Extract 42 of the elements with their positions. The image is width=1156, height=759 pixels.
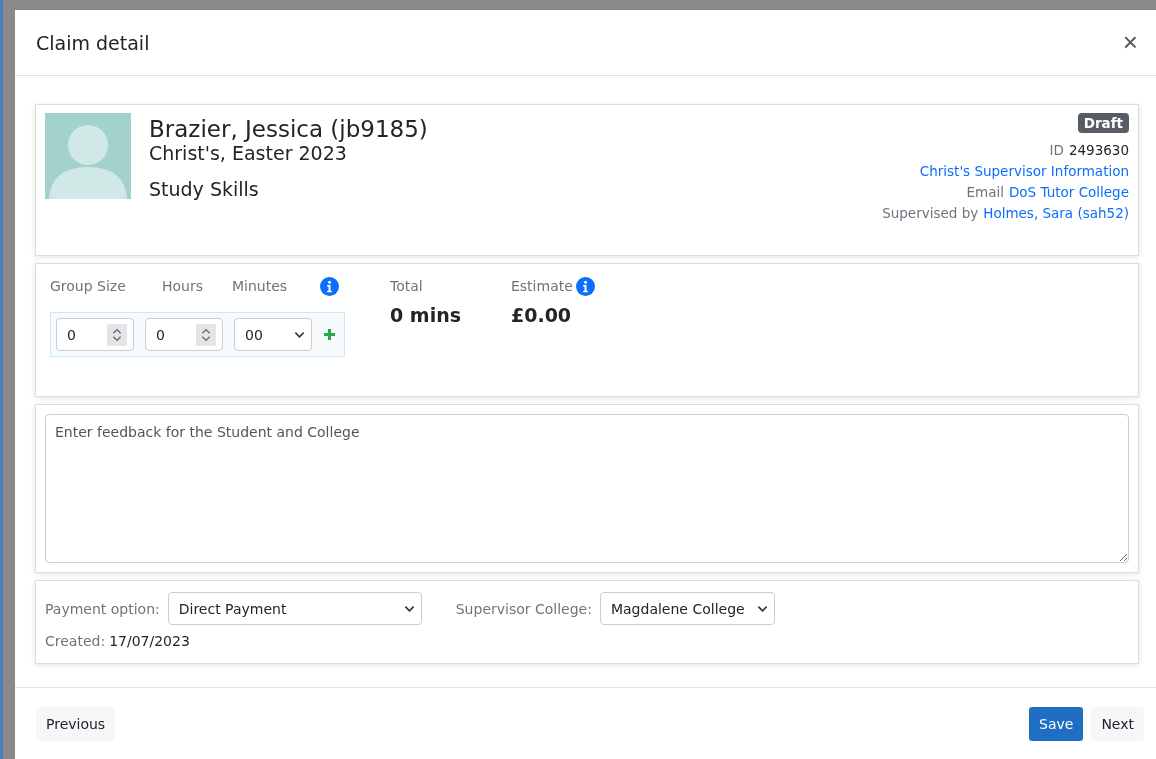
chevron-icon (403, 604, 415, 613)
supervised-label: Supervised by (882, 205, 979, 221)
total-value: 0 mins (390, 304, 461, 326)
info-icon[interactable] (320, 276, 339, 296)
supervisor-link[interactable]: Holmes, Sara (sah52) (983, 205, 1129, 221)
add-icon[interactable] (323, 328, 336, 341)
status-badge: Draft (1077, 113, 1129, 133)
hours-field[interactable]: 0 (145, 318, 223, 351)
supervisor-college-label: Supervisor College: (455, 600, 592, 617)
minutes-select[interactable]: 00 (234, 318, 312, 351)
id-label: ID (1049, 142, 1064, 158)
spinner-icon[interactable] (196, 323, 216, 346)
chevron-icon (756, 604, 768, 613)
previous-button[interactable]: Previous (36, 706, 116, 741)
id-value: 2493630 (1068, 142, 1129, 158)
spinner-icon[interactable] (107, 323, 127, 346)
close-button[interactable]: × (1116, 27, 1144, 58)
supervisor-info-link[interactable]: Christ's Supervisor Information (919, 163, 1129, 179)
modal-title: Claim detail (36, 31, 150, 54)
next-button[interactable]: Next (1091, 706, 1144, 741)
estimate-value: £0.00 (511, 304, 573, 326)
feedback-field[interactable]: Enter feedback for the Student and College (45, 414, 1129, 563)
college-term: Christ's, Easter 2023 (149, 142, 348, 164)
payment-option-label: Payment option: (45, 600, 160, 617)
student-name: Brazier, Jessica (jb9185) (149, 116, 428, 142)
supervisor-college-select[interactable]: Magdalene College (599, 592, 775, 625)
info-icon[interactable] (575, 276, 595, 296)
email-link[interactable]: DoS Tutor College (1008, 184, 1129, 200)
field-label: Hours (162, 278, 204, 294)
group-size-field[interactable]: 0 (56, 318, 134, 351)
payment-option-select[interactable]: Direct Payment (167, 592, 422, 625)
avatar-icon (45, 113, 131, 199)
created-date: 17/07/2023 (109, 633, 190, 649)
total-label: Total (390, 277, 424, 296)
subject: Study Skills (149, 178, 260, 200)
email-label: Email (966, 184, 1004, 200)
save-button[interactable]: Save (1029, 706, 1084, 741)
chevron-icon (294, 330, 305, 339)
field-label: Minutes (232, 278, 289, 294)
created-label: Created: (45, 633, 106, 649)
field-label: Group Size (50, 278, 127, 294)
estimate-label: Estimate (511, 278, 573, 294)
